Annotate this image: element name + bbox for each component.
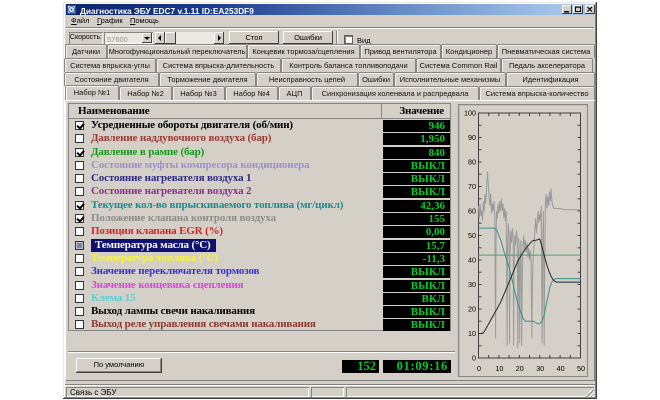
svg-text:10: 10 — [495, 364, 503, 373]
svg-text:20: 20 — [468, 305, 476, 314]
svg-text:60: 60 — [468, 207, 476, 216]
svg-text:50: 50 — [468, 231, 476, 240]
svg-text:90: 90 — [468, 133, 476, 142]
svg-text:40: 40 — [468, 256, 476, 265]
svg-text:30: 30 — [468, 280, 476, 289]
svg-text:80: 80 — [468, 158, 476, 167]
svg-text:0: 0 — [472, 354, 476, 363]
svg-text:50: 50 — [577, 364, 585, 373]
svg-text:0: 0 — [477, 364, 481, 373]
svg-text:100: 100 — [464, 109, 476, 118]
svg-text:20: 20 — [516, 364, 524, 373]
svg-text:70: 70 — [468, 182, 476, 191]
svg-text:40: 40 — [557, 364, 565, 373]
svg-text:10: 10 — [468, 329, 476, 338]
svg-text:30: 30 — [536, 364, 544, 373]
